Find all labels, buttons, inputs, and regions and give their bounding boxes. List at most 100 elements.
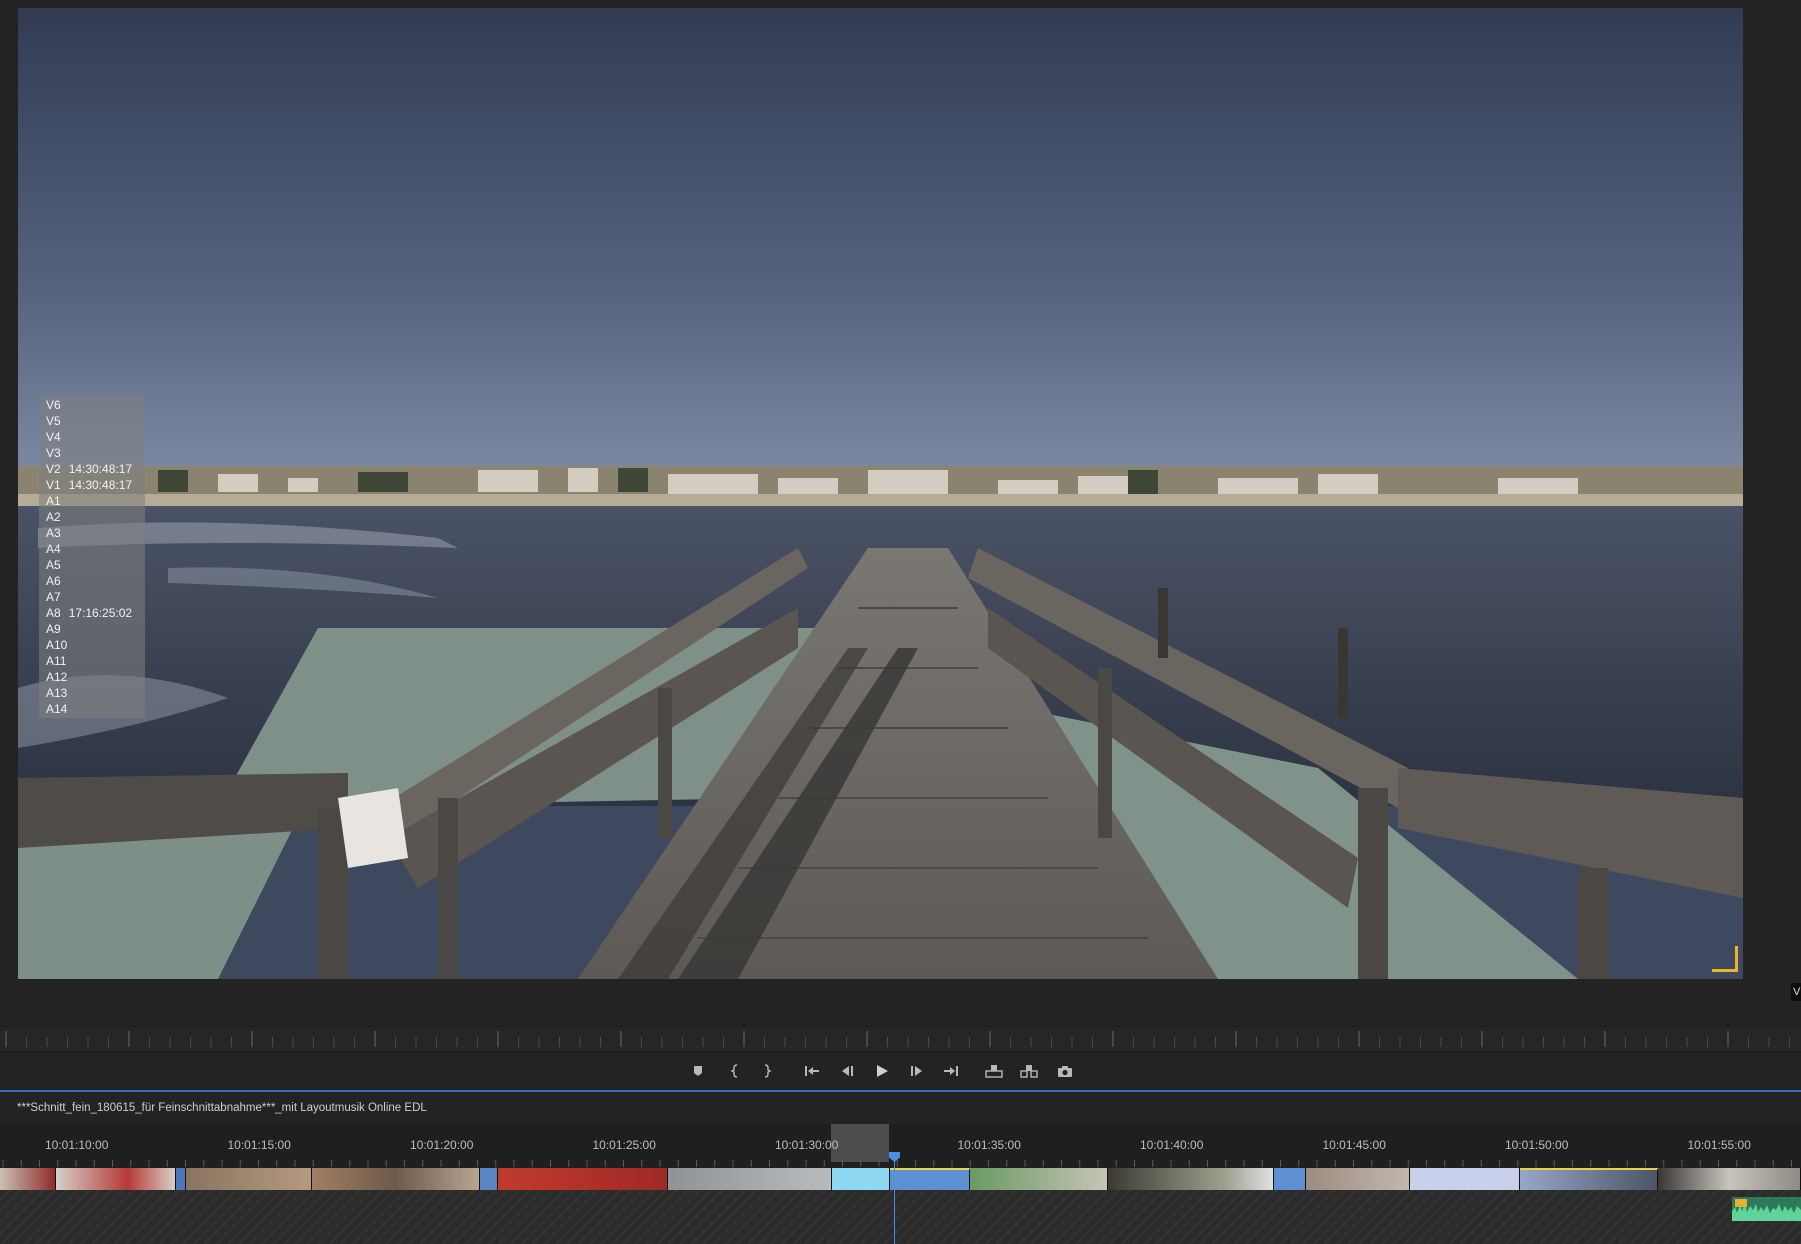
overlay-track-a3: A3 <box>39 525 145 541</box>
transport-controls <box>0 1052 1801 1089</box>
overlay-track-label: A7 <box>46 590 61 604</box>
ruler-timecode-label: 10:01:10:00 <box>45 1138 109 1152</box>
ruler-timecode-label: 10:01:25:00 <box>592 1138 656 1152</box>
ruler-timecode-label: 10:01:40:00 <box>1140 1138 1204 1152</box>
extract-icon <box>1020 1065 1038 1078</box>
go-to-out-icon <box>944 1066 958 1076</box>
timeline-clip[interactable] <box>0 1168 56 1190</box>
export-frame-button[interactable] <box>1054 1060 1076 1082</box>
step-back-button[interactable] <box>836 1060 858 1082</box>
go-to-in-button[interactable] <box>801 1060 823 1082</box>
overlay-track-v6: V6 <box>39 397 145 413</box>
timeline-ruler[interactable]: 10:01:10:00 10:01:15:00 10:01:20:00 10:01:2… <box>0 1124 1801 1168</box>
timeline-clip[interactable] <box>176 1168 186 1190</box>
overlay-track-a8: A8 17:16:25:02 <box>39 605 145 621</box>
ruler-timecode-label: 10:01:20:00 <box>410 1138 474 1152</box>
overlay-track-label: A13 <box>46 686 68 700</box>
video-image <box>18 8 1743 979</box>
ruler-timecode-label: 10:01:35:00 <box>957 1138 1021 1152</box>
go-to-out-button[interactable] <box>940 1060 962 1082</box>
overlay-track-v2: V2 14:30:48:17 <box>39 461 145 477</box>
overlay-track-a11: A11 <box>39 653 145 669</box>
go-to-in-icon <box>805 1066 819 1076</box>
step-forward-icon <box>911 1066 922 1076</box>
timeline-clip-selected[interactable] <box>832 1168 890 1190</box>
overlay-track-label: V2 <box>46 462 61 476</box>
ruler-timecode-label: 10:01:30:00 <box>775 1138 839 1152</box>
overlay-track-timecode: 17:16:25:02 <box>68 606 133 620</box>
timeline-clip[interactable] <box>498 1168 668 1190</box>
timeline-clip[interactable] <box>312 1168 480 1190</box>
overlay-track-a12: A12 <box>39 669 145 685</box>
timeline-clip[interactable] <box>1410 1168 1520 1190</box>
overlay-track-a7: A7 <box>39 589 145 605</box>
timeline-clip[interactable] <box>56 1168 176 1190</box>
overlay-track-a14: A14 <box>39 701 145 717</box>
timeline-clip[interactable] <box>1306 1168 1410 1190</box>
overlay-track-v1: V1 14:30:48:17 <box>39 477 145 493</box>
step-back-icon <box>842 1066 853 1076</box>
overlay-track-label: A9 <box>46 622 61 636</box>
lift-icon <box>985 1065 1003 1078</box>
program-monitor: V6 V5 V4 V3 V2 14:30:48:17 V1 14:30:48:17 A1 A2 A3… <box>0 0 1801 1004</box>
overlay-track-label: A5 <box>46 558 61 572</box>
overlay-track-a4: A4 <box>39 541 145 557</box>
play-button[interactable] <box>871 1060 893 1082</box>
monitor-time-ruler[interactable] <box>0 1026 1801 1052</box>
timeline-clip[interactable] <box>480 1168 498 1190</box>
overlay-track-a1: A1 <box>39 493 145 509</box>
ruler-timecode-label: 10:01:15:00 <box>227 1138 291 1152</box>
marker-icon <box>694 1066 702 1076</box>
overlay-track-v4: V4 <box>39 429 145 445</box>
ruler-ticks <box>5 1031 1790 1047</box>
overlay-track-a9: A9 <box>39 621 145 637</box>
timeline-clip[interactable] <box>186 1168 312 1190</box>
overlay-track-a2: A2 <box>39 509 145 525</box>
lift-button[interactable] <box>983 1060 1005 1082</box>
add-marker-button[interactable] <box>687 1060 709 1082</box>
audio-waveform <box>1732 1199 1801 1221</box>
timeline-clip[interactable] <box>668 1168 832 1190</box>
overlay-track-v3: V3 <box>39 445 145 461</box>
overlay-track-label: V4 <box>46 430 61 444</box>
sequence-tab[interactable]: ***Schnitt_fein_180615_für Feinschnittab… <box>0 1092 1801 1124</box>
timeline-clip[interactable] <box>1520 1168 1658 1190</box>
ruler-timecode-label: 10:01:55:00 <box>1687 1138 1751 1152</box>
timeline-clip[interactable] <box>1274 1168 1306 1190</box>
overlay-track-timecode: 14:30:48:17 <box>68 478 133 492</box>
ruler-timecode-label: 10:01:45:00 <box>1322 1138 1386 1152</box>
playhead[interactable] <box>894 1158 895 1244</box>
overlay-track-label: A2 <box>46 510 61 524</box>
overlay-track-label: A10 <box>46 638 68 652</box>
mark-in-icon <box>730 1064 738 1078</box>
video-track-v1[interactable] <box>0 1168 1801 1190</box>
overlay-track-label: A14 <box>46 702 68 716</box>
overlay-track-label: A11 <box>46 654 67 668</box>
overlay-track-a5: A5 <box>39 557 145 573</box>
empty-track-area[interactable] <box>0 1190 1801 1244</box>
timeline-clip[interactable] <box>1658 1168 1801 1190</box>
safe-margin-corner <box>1712 946 1738 972</box>
timeline-clip[interactable] <box>890 1168 970 1190</box>
mark-in-button[interactable] <box>724 1060 746 1082</box>
overlay-track-label: A1 <box>46 494 61 508</box>
source-timecode-overlay: V6 V5 V4 V3 V2 14:30:48:17 V1 14:30:48:17 A1 A2 A3… <box>39 395 145 718</box>
overlay-track-v5: V5 <box>39 413 145 429</box>
overlay-track-a6: A6 <box>39 573 145 589</box>
audio-clip[interactable] <box>1732 1197 1801 1221</box>
overlay-track-a13: A13 <box>39 685 145 701</box>
video-frame[interactable] <box>18 8 1743 979</box>
mark-out-button[interactable] <box>756 1060 778 1082</box>
timeline-clip[interactable] <box>970 1168 1108 1190</box>
overlay-track-label: V5 <box>46 414 61 428</box>
mark-out-icon <box>764 1064 772 1078</box>
overlay-track-label: V3 <box>46 446 61 460</box>
overlay-track-label: A6 <box>46 574 61 588</box>
overlay-track-timecode: 14:30:48:17 <box>68 462 133 476</box>
extract-button[interactable] <box>1018 1060 1040 1082</box>
ruler-timecode-label: 10:01:50:00 <box>1505 1138 1569 1152</box>
overlay-track-label: V6 <box>46 398 61 412</box>
overlay-track-label: V1 <box>46 478 61 492</box>
step-forward-button[interactable] <box>906 1060 928 1082</box>
timeline-clip[interactable] <box>1108 1168 1274 1190</box>
